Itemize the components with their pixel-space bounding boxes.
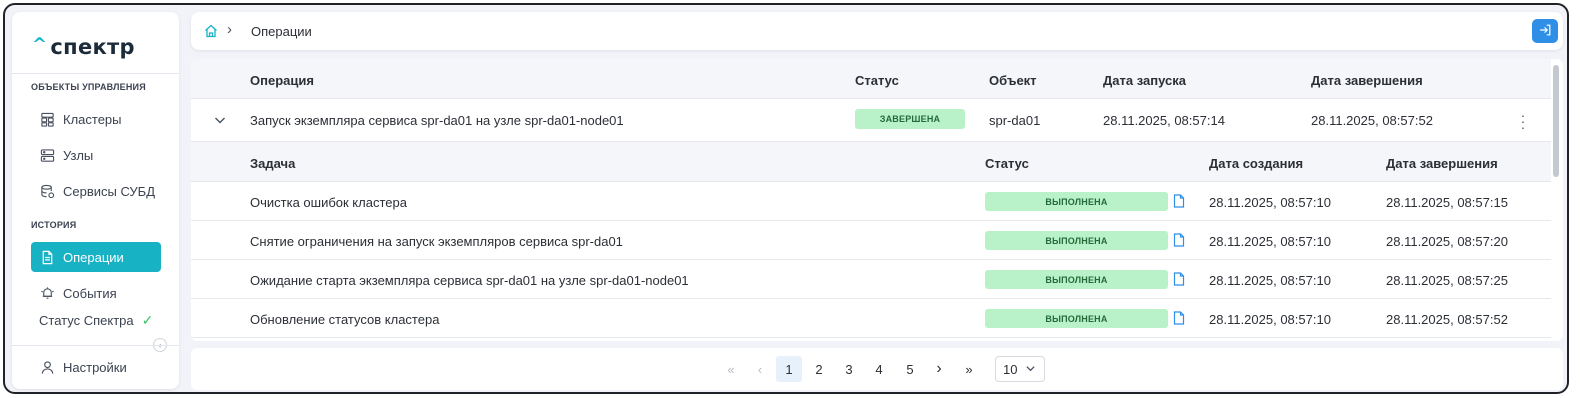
last-page-button[interactable]: »: [956, 356, 982, 382]
logo-caret: ^: [32, 33, 48, 55]
document-icon: [39, 249, 55, 265]
sidebar-item-label: Настройки: [63, 359, 127, 375]
task-created: 28.11.2025, 08:57:10: [1209, 273, 1331, 288]
first-page-button[interactable]: «: [718, 356, 744, 382]
task-name: Очистка ошибок кластера: [250, 195, 407, 210]
operation-start-date: 28.11.2025, 08:57:14: [1103, 113, 1225, 128]
sidebar-item-label: Кластеры: [63, 111, 122, 127]
operations-card: Операция Статус Объект Дата запуска Дата…: [191, 59, 1563, 341]
status-badge: ВЫПОЛНЕНА: [985, 231, 1168, 250]
column-header-task-status[interactable]: Статус: [985, 156, 1029, 171]
sidebar-item-operations[interactable]: Операции: [31, 242, 161, 272]
spectr-status[interactable]: Статус Спектра ✓: [39, 312, 153, 329]
sidebar-item-settings[interactable]: Настройки: [31, 352, 161, 382]
status-badge: ВЫПОЛНЕНА: [985, 192, 1168, 211]
logout-icon: [1538, 23, 1552, 40]
status-badge: ВЫПОЛНЕНА: [985, 309, 1168, 328]
nodes-icon: [39, 147, 55, 163]
column-header-object[interactable]: Объект: [989, 73, 1037, 88]
page-button[interactable]: 4: [866, 356, 892, 382]
column-header-status[interactable]: Статус: [855, 73, 899, 88]
divider: [12, 73, 179, 74]
task-created: 28.11.2025, 08:57:10: [1209, 312, 1331, 327]
task-created: 28.11.2025, 08:57:10: [1209, 195, 1331, 210]
sidebar-item-label: События: [63, 285, 117, 301]
pagination: « ‹ 1 2 3 4 5 › » 10: [191, 348, 1563, 390]
file-icon[interactable]: [1173, 272, 1185, 286]
status-label: Статус Спектра: [39, 313, 134, 328]
task-finished: 28.11.2025, 08:57:52: [1386, 312, 1508, 327]
page-button[interactable]: 5: [897, 356, 923, 382]
table-row[interactable]: Очистка ошибок кластера ВЫПОЛНЕНА 28.11.…: [191, 182, 1551, 221]
check-icon: ✓: [141, 312, 154, 328]
operation-end-date: 28.11.2025, 08:57:52: [1311, 113, 1433, 128]
section-objects-heading: ОБЪЕКТЫ УПРАВЛЕНИЯ: [31, 82, 146, 92]
chevron-down-icon: [1025, 362, 1036, 377]
task-finished: 28.11.2025, 08:57:25: [1386, 273, 1508, 288]
task-name: Снятие ограничения на запуск экземпляров…: [250, 234, 623, 249]
file-icon[interactable]: [1173, 233, 1185, 247]
user-icon: [39, 359, 55, 375]
status-badge: ВЫПОЛНЕНА: [985, 270, 1168, 289]
prev-page-button[interactable]: ‹: [747, 356, 773, 382]
page-button[interactable]: 1: [776, 356, 802, 382]
sidebar-item-events[interactable]: События: [31, 278, 161, 308]
sidebar-item-db-services[interactable]: Сервисы СУБД: [31, 176, 161, 206]
status-badge: ЗАВЕРШЕНА: [855, 109, 965, 129]
page-size-value: 10: [1003, 361, 1018, 377]
chevron-right-icon: ›: [227, 21, 232, 38]
task-name: Обновление статусов кластера: [250, 312, 440, 327]
sidebar-item-label: Узлы: [63, 147, 94, 163]
file-icon[interactable]: [1173, 194, 1185, 208]
sidebar-item-nodes[interactable]: Узлы: [31, 140, 161, 170]
vertical-scrollbar[interactable]: [1553, 65, 1559, 177]
chevron-down-icon[interactable]: [213, 113, 227, 127]
column-header-end-date[interactable]: Дата завершения: [1311, 73, 1423, 88]
sidebar-item-label: Сервисы СУБД: [63, 183, 156, 199]
column-header-task[interactable]: Задача: [250, 156, 295, 171]
sidebar: ^ спектр ОБЪЕКТЫ УПРАВЛЕНИЯ Кластеры Узл…: [12, 12, 179, 389]
sidebar-item-clusters[interactable]: Кластеры: [31, 104, 161, 134]
table-row[interactable]: Ожидание старта экземпляра сервиса spr-d…: [191, 260, 1551, 299]
task-finished: 28.11.2025, 08:57:20: [1386, 234, 1508, 249]
column-header-created[interactable]: Дата создания: [1209, 156, 1303, 171]
logo[interactable]: ^ спектр: [32, 32, 135, 62]
task-name: Ожидание старта экземпляра сервиса spr-d…: [250, 273, 689, 288]
operations-table-header: Операция Статус Объект Дата запуска Дата…: [191, 59, 1551, 99]
operation-object: spr-da01: [989, 113, 1041, 128]
file-icon[interactable]: [1173, 311, 1185, 325]
page-size-select[interactable]: 10: [995, 356, 1045, 382]
events-icon: [39, 285, 55, 301]
db-services-icon: [39, 183, 55, 199]
top-bar: › Операции: [191, 12, 1563, 50]
task-created: 28.11.2025, 08:57:10: [1209, 234, 1331, 249]
page-button[interactable]: 2: [806, 356, 832, 382]
app-window: ^ спектр ОБЪЕКТЫ УПРАВЛЕНИЯ Кластеры Узл…: [3, 3, 1569, 394]
column-header-start-date[interactable]: Дата запуска: [1103, 73, 1186, 88]
section-history-heading: ИСТОРИЯ: [31, 220, 77, 230]
tasks-table-header: Задача Статус Дата создания Дата заверше…: [191, 142, 1551, 182]
more-options-icon[interactable]: · · ·: [1519, 108, 1527, 134]
table-row[interactable]: Запуск экземпляра сервиса spr-da01 на уз…: [191, 99, 1551, 142]
divider: [12, 345, 179, 346]
page-button[interactable]: 3: [836, 356, 862, 382]
clusters-icon: [39, 111, 55, 127]
table-row[interactable]: Снятие ограничения на запуск экземпляров…: [191, 221, 1551, 260]
home-icon[interactable]: [203, 23, 219, 39]
sidebar-item-label: Операции: [63, 249, 124, 265]
column-header-operation[interactable]: Операция: [250, 73, 314, 88]
logout-button[interactable]: [1532, 19, 1558, 43]
breadcrumb-current: Операции: [251, 24, 312, 39]
next-page-button[interactable]: ›: [926, 356, 952, 382]
task-finished: 28.11.2025, 08:57:15: [1386, 195, 1508, 210]
column-header-finished[interactable]: Дата завершения: [1386, 156, 1498, 171]
operation-name: Запуск экземпляра сервиса spr-da01 на уз…: [250, 113, 624, 128]
table-row[interactable]: Обновление статусов кластера ВЫПОЛНЕНА 2…: [191, 299, 1551, 338]
logo-text: спектр: [50, 35, 135, 59]
